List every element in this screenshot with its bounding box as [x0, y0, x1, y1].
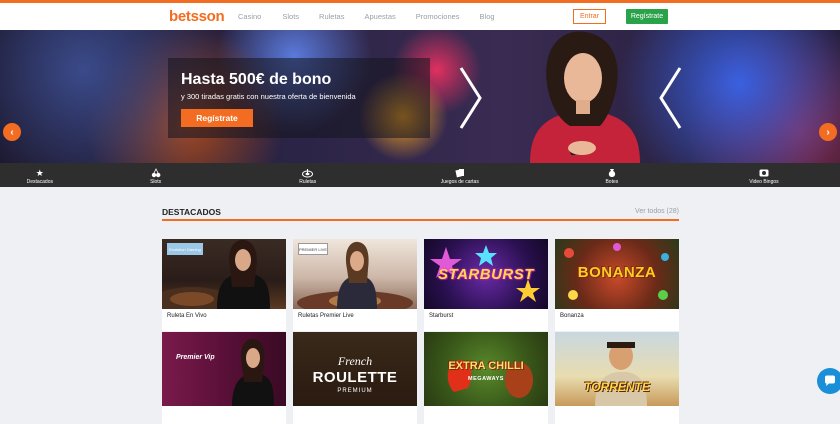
game-logo: BONANZA [577, 264, 657, 281]
game-logo-sub: MEGAWAYS [468, 376, 504, 382]
login-button[interactable]: Entrar [573, 9, 606, 24]
games-grid-row-2: Premier Vip French ROULETTE PREMIUM EXTR… [162, 332, 679, 424]
game-card[interactable]: Premier Vip [162, 332, 286, 424]
category-label: Destacados [26, 178, 53, 185]
game-title: Ruleta En Vivo [167, 313, 207, 319]
game-thumbnail[interactable]: French ROULETTE PREMIUM [293, 332, 417, 406]
hero-prev-button[interactable]: ‹ [3, 123, 21, 141]
money-bag-icon [607, 168, 617, 179]
category-cartas[interactable]: Juegos de cartas [384, 163, 536, 187]
game-card[interactable]: French ROULETTE PREMIUM [293, 332, 417, 424]
main-nav: Casino Slots Ruletas Apuestas Promocione… [238, 12, 495, 21]
chat-icon [825, 375, 835, 386]
game-thumbnail[interactable]: PREMIER LIVE [293, 239, 417, 309]
chevron-right-decor-icon [459, 67, 482, 129]
hero-subtitle: y 300 tiradas gratis con nuestra oferta … [181, 92, 356, 101]
hero-title: Hasta 500€ de bono [181, 71, 332, 88]
roulette-icon [302, 168, 314, 179]
hero-register-button[interactable]: Regístrate [181, 109, 253, 127]
game-logo-sub: PREMIUM [337, 388, 373, 394]
game-thumbnail[interactable]: EXTRA CHILLI MEGAWAYS [424, 332, 548, 406]
site-header: betsson Casino Slots Ruletas Apuestas Pr… [0, 3, 840, 30]
game-card[interactable]: BONANZA Bonanza [555, 239, 679, 331]
live-chat-button[interactable] [817, 368, 840, 394]
nav-ruletas[interactable]: Ruletas [319, 12, 344, 21]
category-label: Juegos de cartas [440, 178, 479, 185]
nav-apuestas[interactable]: Apuestas [364, 12, 395, 21]
game-card[interactable]: EXTRA CHILLI MEGAWAYS [424, 332, 548, 424]
game-logo: Premier Vip [176, 354, 215, 361]
category-botes[interactable]: Botes [536, 163, 688, 187]
nav-promociones[interactable]: Promociones [416, 12, 460, 21]
category-label: Slots [150, 178, 162, 185]
game-card[interactable]: PREMIER LIVE Ruletas Premier Live [293, 239, 417, 331]
game-title: Bonanza [560, 313, 584, 319]
bingo-icon [759, 168, 769, 179]
star-icon: ★ [35, 167, 44, 178]
nav-casino[interactable]: Casino [238, 12, 261, 21]
game-title: Ruletas Premier Live [298, 313, 354, 319]
game-card[interactable]: TORRENTE [555, 332, 679, 424]
game-logo-main: ROULETTE [312, 369, 398, 386]
games-grid: Evolution Gaming Ruleta En Vivo PREMIER … [162, 239, 679, 331]
category-bar: ★ Destacados Slots Ruletas Juegos de car… [0, 163, 840, 187]
hero-banner: Hasta 500€ de bono y 300 tiradas gratis … [0, 30, 840, 163]
see-all-link[interactable]: Ver todos (28) [635, 208, 679, 215]
category-video-bingos[interactable]: Video Bingos [688, 163, 840, 187]
hero-next-button[interactable]: › [819, 123, 837, 141]
cherries-icon [151, 167, 161, 179]
section-title: DESTACADOS [162, 207, 221, 217]
game-thumbnail[interactable]: TORRENTE [555, 332, 679, 406]
category-label: Botes [605, 178, 619, 185]
category-label: Video Bingos [749, 178, 779, 185]
cards-icon [455, 168, 465, 179]
nav-slots[interactable]: Slots [282, 12, 299, 21]
section-header: DESTACADOS Ver todos (28) [162, 207, 679, 221]
game-logo-main: EXTRA CHILLI [448, 360, 524, 372]
provider-badge: Evolution Gaming [167, 243, 203, 255]
game-logo-main: TORRENTE [584, 380, 650, 394]
register-button[interactable]: Regístrate [626, 9, 668, 24]
provider-badge: PREMIER LIVE [298, 243, 328, 255]
game-card[interactable]: STARBURST Starburst [424, 239, 548, 331]
hero-woman-image [530, 31, 640, 163]
category-ruletas[interactable]: Ruletas [232, 163, 384, 187]
category-slots[interactable]: Slots [80, 163, 232, 187]
game-thumbnail[interactable]: BONANZA [555, 239, 679, 309]
betsson-logo[interactable]: betsson [169, 8, 225, 25]
game-thumbnail[interactable]: STARBURST [424, 239, 548, 309]
nav-blog[interactable]: Blog [480, 12, 495, 21]
game-card[interactable]: Evolution Gaming Ruleta En Vivo [162, 239, 286, 331]
game-logo-top: French [337, 354, 373, 368]
category-destacados[interactable]: ★ Destacados [0, 163, 80, 187]
game-thumbnail[interactable]: Premier Vip [162, 332, 286, 406]
game-logo: STARBURST [438, 266, 534, 283]
category-label: Ruletas [299, 178, 317, 185]
game-title: Starburst [429, 313, 454, 319]
game-thumbnail[interactable]: Evolution Gaming [162, 239, 286, 309]
